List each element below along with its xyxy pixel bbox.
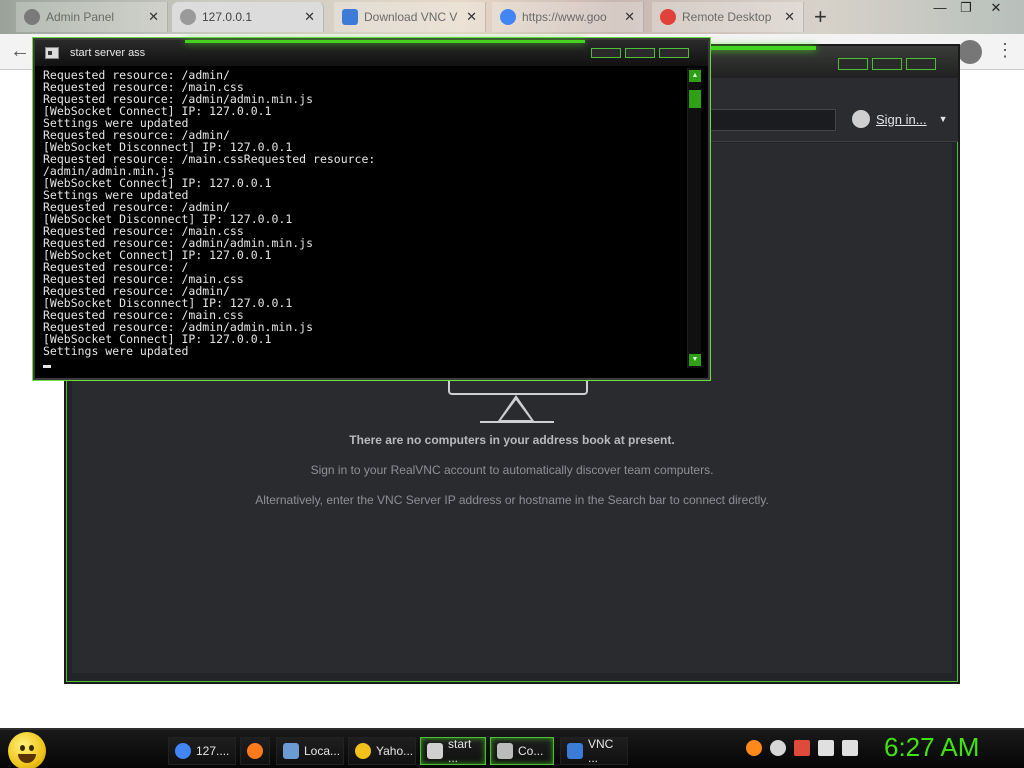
menu-kebab-icon[interactable]: ⋮ <box>996 40 1014 61</box>
globe-icon <box>180 9 196 25</box>
vnc-search-input[interactable] <box>706 109 836 131</box>
tab-google[interactable]: https://www.goo ✕ <box>492 2 644 32</box>
console-maximize-button[interactable] <box>625 48 655 58</box>
tab-remote-desktop[interactable]: Remote Desktop ✕ <box>652 2 804 32</box>
tab-admin-panel[interactable]: Admin Panel ✕ <box>16 2 168 32</box>
tab-label: 127.0.0.1 <box>202 10 253 24</box>
vnc-icon <box>567 743 583 759</box>
console-window-icon <box>427 743 443 759</box>
taskbar-local-disk[interactable]: Loca... <box>276 737 344 765</box>
scroll-thumb[interactable] <box>689 90 701 108</box>
taskbar-label: VNC ... <box>588 737 614 765</box>
restore-button[interactable]: ❐ <box>952 0 980 20</box>
tab-label: Remote Desktop <box>682 10 772 24</box>
monitor-base <box>480 421 554 423</box>
close-icon[interactable]: ✕ <box>304 9 315 25</box>
console-titlebar: start server ass <box>35 40 708 66</box>
search-hint: Alternatively, enter the VNC Server IP a… <box>255 493 769 507</box>
console-window: start server ass Requested resource: /ad… <box>33 38 710 380</box>
network-icon[interactable] <box>818 740 834 756</box>
scroll-down-arrow-icon[interactable]: ▼ <box>689 354 701 366</box>
drive-icon <box>283 743 299 759</box>
person-icon <box>852 110 870 128</box>
tab-label: Admin Panel <box>46 10 115 24</box>
search-icon[interactable] <box>746 740 762 756</box>
tab-label: Download VNC V <box>364 10 458 24</box>
taskbar: 127.... Loca... Yaho... start ... Co... … <box>0 728 1024 768</box>
vnc-close-button[interactable] <box>906 58 936 70</box>
console-close-button[interactable] <box>659 48 689 58</box>
firefox-icon <box>247 743 263 759</box>
sign-in-button[interactable]: Sign in... ▼ <box>852 110 948 128</box>
taskbar-yahoo[interactable]: Yaho... <box>348 737 416 765</box>
taskbar-label: Loca... <box>304 744 341 758</box>
console-title: start server ass <box>70 47 146 59</box>
close-icon[interactable]: ✕ <box>784 9 795 25</box>
chevron-down-icon: ▼ <box>938 114 948 124</box>
console-scrollbar[interactable]: ▲ ▼ <box>687 68 701 368</box>
flag-icon[interactable] <box>794 740 810 756</box>
monitor-stand-inner <box>501 400 531 420</box>
vnc-minimize-button[interactable] <box>838 58 868 70</box>
command-prompt-icon <box>497 743 513 759</box>
close-window-button[interactable]: ✕ <box>982 0 1010 20</box>
sign-in-label: Sign in... <box>876 111 927 127</box>
yahoo-smiley-icon <box>355 743 371 759</box>
new-tab-button[interactable]: + <box>814 4 827 30</box>
empty-address-book-heading: There are no computers in your address b… <box>349 433 675 447</box>
vnc-favicon-icon <box>342 9 358 25</box>
start-button-smiley-icon[interactable] <box>8 732 46 768</box>
smiley-eye <box>20 745 25 751</box>
taskbar-vnc[interactable]: VNC ... <box>560 737 628 765</box>
tab-localhost[interactable]: 127.0.0.1 ✕ <box>172 2 324 32</box>
tab-label: https://www.goo <box>522 10 607 24</box>
close-icon[interactable]: ✕ <box>148 9 159 25</box>
taskbar-clock[interactable]: 6:27 AM <box>884 732 979 763</box>
taskbar-label: start ... <box>448 737 472 765</box>
minus-circle-icon[interactable] <box>770 740 786 756</box>
vnc-maximize-button[interactable] <box>872 58 902 70</box>
chrome-icon <box>175 743 191 759</box>
command-prompt-icon <box>45 47 59 59</box>
console-line: Settings were updated <box>43 344 189 358</box>
taskbar-chrome[interactable]: 127.... <box>168 737 236 765</box>
minimize-button[interactable]: — <box>926 0 954 20</box>
close-icon[interactable]: ✕ <box>624 9 635 25</box>
taskbar-label: Yaho... <box>376 744 414 758</box>
close-icon[interactable]: ✕ <box>466 9 477 25</box>
taskbar-firefox[interactable] <box>240 737 270 765</box>
taskbar-start-server[interactable]: start ... <box>420 737 486 765</box>
remote-desktop-favicon-icon <box>660 9 676 25</box>
back-arrow-icon[interactable]: ← <box>10 40 30 63</box>
smiley-mouth <box>18 754 36 763</box>
globe-icon <box>24 9 40 25</box>
google-favicon-icon <box>500 9 516 25</box>
console-cursor <box>43 365 51 368</box>
sign-in-hint: Sign in to your RealVNC account to autom… <box>310 463 714 477</box>
taskbar-label: Co... <box>518 744 544 758</box>
console-minimize-button[interactable] <box>591 48 621 58</box>
taskbar-label: 127.... <box>196 744 230 758</box>
tab-download-vnc[interactable]: Download VNC V ✕ <box>334 2 486 32</box>
console-output[interactable]: Requested resource: /admin/Requested res… <box>43 69 685 369</box>
scroll-up-arrow-icon[interactable]: ▲ <box>689 70 701 82</box>
taskbar-command-prompt[interactable]: Co... <box>490 737 554 765</box>
smiley-eye <box>29 745 34 751</box>
titlebar-glow <box>185 40 585 43</box>
profile-avatar-icon[interactable] <box>958 40 982 64</box>
volume-icon[interactable] <box>842 740 858 756</box>
browser-tab-strip: Admin Panel ✕ 127.0.0.1 ✕ Download VNC V… <box>0 0 1024 34</box>
